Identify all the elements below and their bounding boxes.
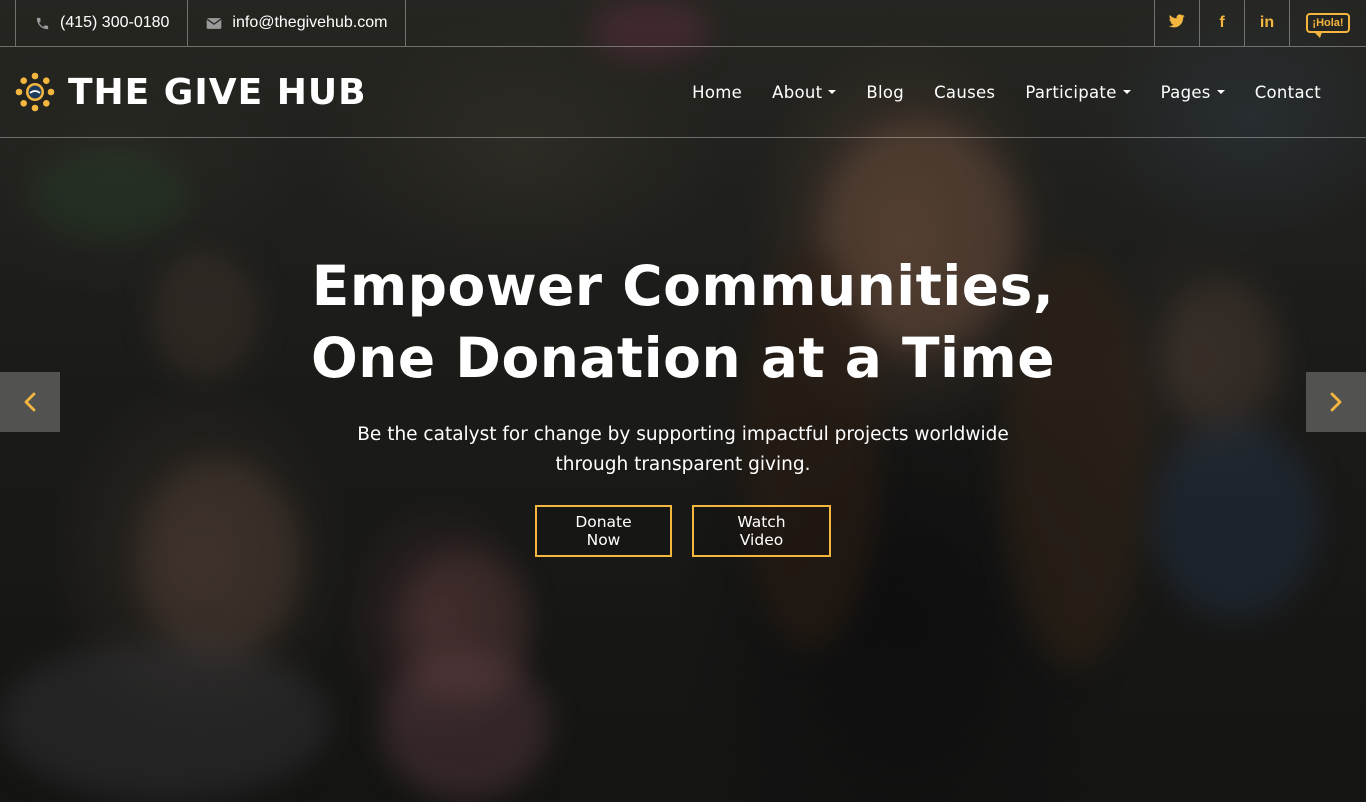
nav-item-label: Contact	[1254, 82, 1321, 102]
nav-item-label: Participate	[1025, 82, 1117, 102]
nav-item-label: Blog	[866, 82, 905, 102]
hero-title-line-2: One Donation at a Time	[310, 326, 1056, 390]
facebook-link[interactable]: f	[1199, 0, 1244, 46]
hero-title: Empower Communities, One Donation at a T…	[0, 250, 1366, 394]
chevron-left-icon	[24, 392, 36, 412]
facebook-icon: f	[1219, 14, 1225, 31]
twitter-link[interactable]	[1154, 0, 1199, 46]
carousel-next-button[interactable]	[1306, 372, 1366, 432]
phone-contact[interactable]: (415) 300-0180	[15, 0, 189, 46]
nav-item-home[interactable]: Home	[677, 83, 757, 102]
chevron-right-icon	[1330, 392, 1342, 412]
hero-title-line-1: Empower Communities,	[311, 254, 1055, 318]
twitter-icon	[1168, 13, 1185, 33]
hero-content: Empower Communities, One Donation at a T…	[0, 250, 1366, 557]
main-navbar: THE GIVE HUB Home About Blog Causes Part…	[0, 47, 1366, 138]
carousel-prev-button[interactable]	[0, 372, 60, 432]
nav-menu: Home About Blog Causes Participate Pages…	[677, 83, 1336, 102]
linkedin-link[interactable]: in	[1244, 0, 1289, 46]
nav-item-about[interactable]: About	[757, 83, 851, 102]
nav-item-label: Causes	[934, 82, 996, 102]
nav-item-label: About	[772, 82, 823, 102]
nav-item-pages[interactable]: Pages	[1146, 83, 1240, 102]
hero-subtitle: Be the catalyst for change by supporting…	[357, 424, 1009, 475]
donate-now-button[interactable]: Donate Now	[535, 505, 672, 557]
nav-item-label: Home	[692, 82, 743, 102]
envelope-icon	[206, 15, 223, 31]
nav-item-blog[interactable]: Blog	[851, 83, 919, 102]
caret-down-icon	[1216, 90, 1225, 94]
phone-number: (415) 300-0180	[60, 14, 170, 31]
email-address: info@thegivehub.com	[232, 14, 388, 31]
top-bar: (415) 300-0180 info@thegivehub.com f in …	[0, 0, 1366, 47]
nav-item-label: Pages	[1160, 82, 1211, 102]
watch-video-button[interactable]: Watch Video	[692, 505, 831, 557]
language-badge: ¡Hola!	[1306, 13, 1350, 38]
caret-down-icon	[828, 90, 837, 94]
caret-down-icon	[1122, 90, 1131, 94]
email-contact[interactable]: info@thegivehub.com	[188, 0, 407, 46]
hero-buttons: Donate Now Watch Video	[0, 505, 1366, 557]
brand-name: THE GIVE HUB	[68, 71, 367, 113]
nav-item-participate[interactable]: Participate	[1010, 83, 1145, 102]
brand-logo-link[interactable]: THE GIVE HUB	[14, 71, 367, 113]
sun-logo-icon	[15, 72, 55, 112]
nav-item-contact[interactable]: Contact	[1240, 83, 1336, 102]
language-toggle[interactable]: ¡Hola!	[1289, 0, 1366, 46]
linkedin-icon: in	[1259, 14, 1275, 31]
nav-item-causes[interactable]: Causes	[919, 83, 1010, 102]
phone-icon	[34, 15, 50, 31]
